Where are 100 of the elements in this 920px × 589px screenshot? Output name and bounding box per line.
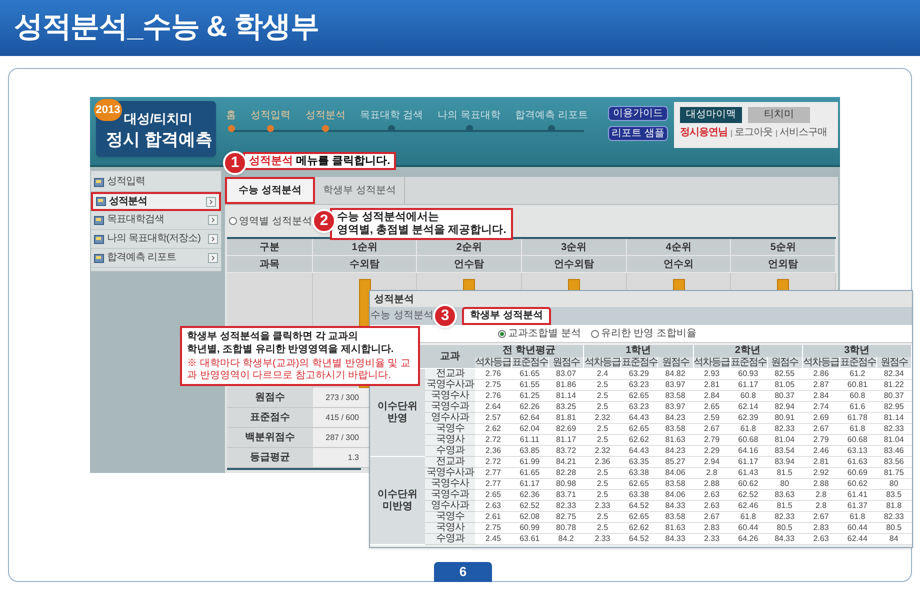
menu-item-icon — [96, 197, 106, 206]
table-cell-text: 81.63 — [664, 435, 686, 445]
table-header-cell: 수외탐 — [312, 256, 418, 272]
table-cell-text: 2.83 — [702, 523, 721, 533]
table-cell-text: 61.2 — [848, 369, 866, 379]
sidebar-item[interactable]: 성적분석 — [91, 192, 221, 211]
table-cell-text: 62.36 — [518, 490, 541, 500]
row-header: 전교과 — [425, 457, 475, 468]
table-header-cell: 5순위 — [731, 239, 836, 255]
table-cell-text: 60.62 — [737, 479, 760, 489]
table-cell-text: 2.5 — [596, 402, 610, 412]
table-header-cell: 전 학년평균 — [475, 345, 584, 357]
table-cell-text: 2.5 — [596, 380, 610, 390]
table-cell-text: 61.6 — [848, 402, 866, 412]
table-cell-text: 2.32 — [594, 413, 612, 423]
row-header: 전교과 — [425, 369, 475, 380]
table-cell-text: 81.17 — [555, 435, 578, 445]
table-header-cell: 원점수 — [768, 357, 803, 369]
table-cell-text: 2.81 — [812, 457, 830, 467]
page-number: 6 — [434, 562, 492, 582]
table-cell-text: 2.69 — [812, 413, 830, 423]
table-cell-text: 2.57 — [484, 413, 502, 423]
callout-text: 학년별, 조합별 유리한 반영영역을 제시합니다. — [187, 343, 395, 356]
radio-option[interactable]: 교과조합별 분석 — [498, 326, 581, 341]
table-header-cell: 언외탐 — [731, 256, 836, 272]
table-cell-text: 2.8 — [814, 490, 828, 500]
header-link[interactable]: 서비스구매 — [780, 128, 827, 138]
menu-item-icon — [94, 216, 104, 224]
table-header-cell: 1학년 — [584, 345, 694, 357]
header-link[interactable]: 로그아웃 — [734, 128, 772, 138]
table-cell-text: 63.29 — [628, 369, 650, 379]
table-cell-text: 62.14 — [737, 402, 760, 412]
site-tab[interactable]: 대성마이맥 — [680, 107, 742, 123]
table-cell-text: 2.65 — [702, 402, 721, 412]
table-cell-text: 62.08 — [518, 512, 541, 522]
table-cell-text: 2.5 — [596, 523, 610, 533]
table-cell-text: 2.76 — [484, 391, 502, 401]
table-header-cell: 표준점수 — [840, 357, 877, 369]
tab[interactable]: 학생부 성적분석 — [315, 177, 405, 204]
tab[interactable]: 수능 성적분석 — [370, 307, 434, 325]
table-cell-text: 83.58 — [664, 424, 686, 434]
table-cell-text: 63.85 — [518, 446, 541, 456]
tab[interactable]: 수능 성적분석 — [225, 177, 315, 204]
tab[interactable]: 학생부 성적분석 — [462, 307, 551, 325]
table-cell-text: 81.86 — [555, 380, 578, 390]
table-cell-text: 60.93 — [737, 369, 760, 379]
header-button[interactable]: 이용가이드 — [608, 106, 668, 121]
table-cell-text: 82.28 — [555, 468, 578, 478]
table-cell-text: 2.67 — [702, 512, 721, 522]
row-header: 국영수과 — [425, 490, 475, 501]
table-cell-text: 60.44 — [846, 523, 868, 533]
table-cell-text: 62.44 — [846, 534, 868, 544]
site-tab[interactable]: 티치미 — [748, 107, 810, 123]
row-header: 국영사 — [425, 523, 475, 534]
table-cell-text: 82.95 — [882, 402, 905, 412]
radio-option[interactable]: 영역별 성적분석 — [229, 214, 312, 228]
table-cell-text: 62.52 — [737, 490, 760, 500]
table-cell-text: 62.62 — [628, 523, 650, 533]
header-button[interactable]: 리포트 샘플 — [608, 126, 668, 141]
table-cell-text: 60.8 — [739, 391, 757, 401]
table-cell-text: 82.75 — [555, 512, 578, 522]
row-header: 국영사 — [425, 435, 475, 446]
page-title: 성적분석_수능 & 학생부 — [14, 10, 319, 46]
table-cell-text: 82.33 — [555, 501, 578, 511]
table-header-cell: 3학년 — [802, 345, 912, 357]
row-header: 수영과 — [425, 446, 475, 457]
table-header-cell: 언수외 — [626, 256, 732, 272]
table-cell-text: 83.71 — [555, 490, 578, 500]
table-cell-text: 61.8 — [739, 424, 757, 434]
table-cell-text: 62.04 — [518, 424, 541, 434]
table-cell-text: 2.36 — [484, 446, 502, 456]
table-cell-text: 80.91 — [774, 413, 796, 423]
sidebar-item[interactable]: 나의 목표대학(저장소) — [91, 230, 221, 249]
table-cell-text: 2.8 — [814, 501, 828, 511]
table-header-cell: 2학년 — [694, 345, 803, 357]
menu-item-icon — [94, 254, 104, 262]
table-cell-text: 2.87 — [812, 380, 830, 390]
table-cell-text: 64.43 — [628, 413, 650, 423]
radio-option[interactable]: 유리한 반영 조합비율 — [590, 326, 696, 341]
table-cell-text: 80.5 — [885, 523, 903, 533]
table-cell-text: 62.65 — [628, 424, 650, 434]
table-cell-text: 82.33 — [882, 424, 905, 434]
table-cell-text: 273 / 300 — [324, 392, 360, 404]
table-header-cell: 표준점수 — [730, 357, 768, 369]
table-cell-text: 62.39 — [737, 413, 760, 423]
table-cell-text: 2.63 — [702, 490, 721, 500]
table-cell-text: 83.5 — [885, 490, 903, 500]
table-cell-text: 2.63 — [812, 534, 830, 544]
table-cell-text: 62.65 — [628, 391, 650, 401]
table-cell-text: 2.67 — [702, 424, 721, 434]
table-cell-text: 82.33 — [774, 512, 796, 522]
table-cell-text: 83.97 — [664, 402, 686, 412]
table-cell-text: 82.33 — [882, 512, 905, 522]
row-header: 국영수 — [425, 512, 475, 523]
table-cell-text: 80.78 — [555, 523, 578, 533]
panel-title: 성적분석 — [370, 291, 912, 307]
sidebar-item[interactable]: 합격예측 리포트 — [91, 249, 221, 268]
table-cell-text: 2.74 — [812, 402, 830, 412]
table-cell-text: 84.06 — [664, 468, 686, 478]
sidebar-item[interactable]: 목표대학검색 — [91, 211, 221, 230]
